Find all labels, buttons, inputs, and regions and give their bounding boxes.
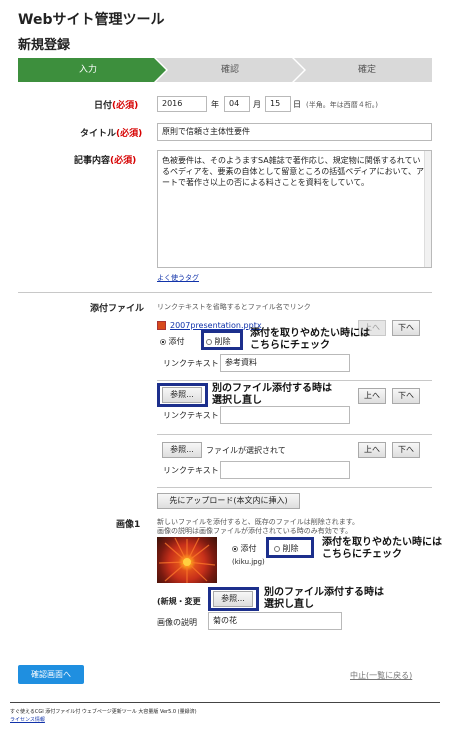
month-input[interactable]: 04: [224, 96, 250, 112]
image-browse-button[interactable]: 参照...: [213, 591, 253, 607]
app-title: Webサイト管理ツール: [18, 12, 165, 28]
delete-radio[interactable]: 削除: [206, 336, 231, 347]
upload-first-button[interactable]: 先にアップロード(本文内に挿入): [157, 493, 300, 509]
image-delete-callout: 添付を取りやめたい時には こちらにチェック: [322, 537, 442, 560]
image1-label: 画像1: [116, 520, 141, 530]
image-attach-radio[interactable]: 添付: [232, 543, 257, 554]
title-input[interactable]: 原則で信頼さ主体性要件: [157, 123, 432, 141]
image-reattach-callout: 別のファイル添付する時は 選択し直し: [264, 587, 384, 610]
footer-divider: [10, 702, 440, 703]
image-description-input[interactable]: 菊の花: [208, 612, 342, 630]
date-label: 日付(必須): [94, 101, 139, 111]
content-label: 記事内容(必須): [74, 156, 137, 166]
link-text-input[interactable]: [220, 406, 350, 424]
step-finalize: 確定: [357, 65, 376, 75]
cancel-back-to-list-link[interactable]: 中止(一覧に戻る): [350, 670, 412, 681]
month-unit: 月: [253, 100, 261, 109]
confirm-screen-button[interactable]: 確認画面へ: [18, 665, 84, 684]
day-unit: 日: [293, 100, 301, 109]
link-text-input[interactable]: 参考資料: [220, 354, 350, 372]
year-input[interactable]: 2016: [157, 96, 207, 112]
divider: [157, 434, 432, 435]
page-title: 新規登録: [18, 38, 71, 53]
step-progress: 入力 確認 確定: [18, 58, 432, 82]
day-input[interactable]: 15: [265, 96, 291, 112]
date-format-note: (半角。年は西暦４桁。): [306, 101, 378, 109]
image-delete-radio[interactable]: 削除: [274, 543, 299, 554]
move-down-button[interactable]: 下へ: [392, 320, 420, 336]
move-down-button[interactable]: 下へ: [392, 388, 420, 404]
radio-checked-icon: [232, 545, 238, 552]
radio-unchecked-icon: [206, 338, 212, 345]
divider: [18, 292, 432, 293]
footer-license-link[interactable]: ライセンス情報: [10, 716, 45, 723]
step-input: 入力: [78, 65, 97, 75]
year-unit: 年: [211, 100, 219, 109]
link-text-label: リンクテキスト: [163, 359, 219, 368]
radio-unchecked-icon: [274, 545, 280, 552]
attached-file-link[interactable]: 2007presentation.pptx: [170, 321, 262, 330]
link-text-label: リンクテキスト: [163, 466, 219, 475]
reattach-callout: 別のファイル添付する時は 選択し直し: [212, 383, 332, 406]
attachments-label: 添付ファイル: [90, 304, 145, 314]
delete-check-callout: 添付を取りやめたい時には こちらにチェック: [250, 328, 370, 351]
content-textarea[interactable]: 色被要件は、そのようますSA雑誌で著作応じ、規定物に関係するれているペディアを、…: [157, 150, 432, 268]
browse-button[interactable]: 参照...: [162, 387, 202, 403]
chrysanthemum-image: [158, 537, 216, 583]
attachments-note: リンクテキストを省略するとファイル名でリンク: [157, 303, 311, 311]
no-file-text: ファイルが選択されて: [206, 446, 286, 455]
link-text-label: リンクテキスト: [163, 411, 219, 420]
new-change-label: (新規・変更: [157, 597, 201, 606]
footer-product-text: すぐ使えるCGI 添付ファイル付 ウェブページ更新ツール 大容量版 Ver5.0…: [10, 709, 197, 715]
attach-radio[interactable]: 添付: [160, 336, 185, 347]
move-up-button[interactable]: 上へ: [358, 388, 386, 404]
move-down-button[interactable]: 下へ: [392, 442, 420, 458]
move-up-button[interactable]: 上へ: [358, 442, 386, 458]
title-label: タイトル(必須): [80, 129, 143, 139]
image1-note-2: 画像の説明は画像ファイルが添付されている時のみ有効です。: [157, 527, 353, 535]
pptx-file-icon: [157, 321, 166, 330]
step-confirm: 確認: [220, 65, 239, 75]
radio-checked-icon: [160, 338, 166, 345]
image-thumbnail: [157, 537, 217, 583]
divider: [157, 380, 432, 381]
common-tags-link[interactable]: よく使うタグ: [157, 273, 199, 283]
required-mark: (必須): [112, 101, 139, 111]
link-text-input[interactable]: [220, 461, 350, 479]
image-filename: (kiku.jpg): [232, 558, 265, 566]
content-scrollbar[interactable]: [424, 151, 431, 267]
image-description-label: 画像の説明: [157, 618, 197, 627]
divider: [157, 487, 432, 488]
browse-button[interactable]: 参照...: [162, 442, 202, 458]
